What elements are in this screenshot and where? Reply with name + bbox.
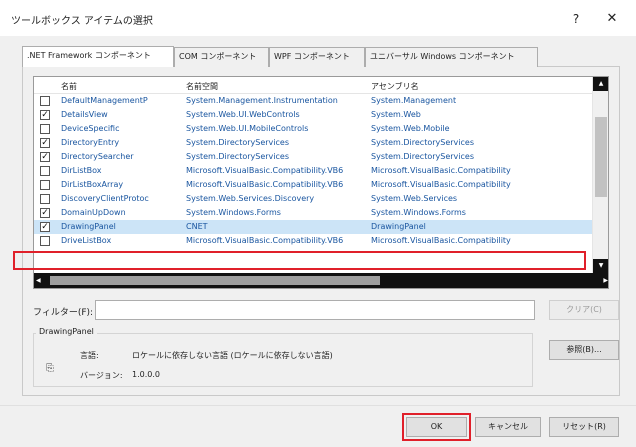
row-assembly-cell: System.Windows.Forms [371, 208, 466, 217]
row-namespace-cell: System.Management.Instrumentation [186, 96, 338, 105]
reset-button[interactable]: リセット(R) [549, 417, 619, 437]
horizontal-scroll-thumb[interactable] [50, 276, 380, 285]
vertical-scroll-thumb[interactable] [595, 117, 607, 197]
horizontal-scrollbar[interactable]: ◀ ▶ [34, 273, 608, 288]
row-name-cell: DrawingPanel [61, 222, 116, 231]
row-assembly-cell: System.Management [371, 96, 457, 105]
row-assembly-cell: System.Web.Mobile [371, 124, 450, 133]
selected-row-highlight [13, 251, 586, 270]
row-checkbox[interactable]: ✓ [40, 138, 50, 148]
table-row[interactable]: DirListBoxArray Microsoft.VisualBasic.Com… [34, 178, 594, 192]
column-header-row: 名前 名前空間 アセンブリ名 [34, 77, 594, 94]
tab-universal-windows-components[interactable]: ユニバーサル Windows コンポーネント [365, 47, 538, 67]
row-checkbox[interactable]: ✓ [40, 110, 50, 120]
table-row[interactable]: DriveListBox Microsoft.VisualBasic.Compat… [34, 234, 594, 248]
row-checkbox[interactable] [40, 166, 50, 176]
row-assembly-cell: System.Web.Services [371, 194, 458, 203]
component-icon: ⎘ [46, 363, 54, 374]
row-name-cell: DriveListBox [61, 236, 112, 245]
table-row[interactable]: DeviceSpecific System.Web.UI.MobileContro… [34, 122, 594, 136]
row-checkbox[interactable]: ✓ [40, 152, 50, 162]
row-namespace-cell: System.Web.UI.MobileControls [186, 124, 309, 133]
vertical-scrollbar[interactable]: ▲ ▼ [592, 77, 608, 273]
row-namespace-cell: CNET [186, 222, 208, 231]
scroll-down-arrow-icon[interactable]: ▼ [593, 259, 608, 273]
row-name-cell: DomainUpDown [61, 208, 126, 217]
scroll-up-arrow-icon[interactable]: ▲ [593, 77, 608, 91]
row-assembly-cell: Microsoft.VisualBasic.Compatibility [371, 236, 511, 245]
row-name-cell: DirListBox [61, 166, 102, 175]
row-namespace-cell: System.Web.Services.Discovery [186, 194, 315, 203]
row-checkbox[interactable] [40, 96, 50, 106]
row-name-cell: DetailsView [61, 110, 108, 119]
row-namespace-cell: Microsoft.VisualBasic.Compatibility.VB6 [186, 166, 344, 175]
row-namespace-cell: System.Web.UI.WebControls [186, 110, 300, 119]
row-assembly-cell: System.DirectoryServices [371, 152, 474, 161]
scroll-left-arrow-icon[interactable]: ◀ [36, 273, 41, 288]
row-checkbox[interactable]: ✓ [40, 222, 50, 232]
row-assembly-cell: System.Web [371, 110, 421, 119]
footer-separator [0, 405, 636, 406]
row-name-cell: DirectorySearcher [61, 152, 134, 161]
row-name-cell: DefaultManagementP [61, 96, 148, 105]
row-checkbox[interactable] [40, 194, 50, 204]
tab-com-components[interactable]: COM コンポーネント [174, 47, 269, 67]
table-row[interactable]: DiscoveryClientProtoc System.Web.Services… [34, 192, 594, 206]
component-details-title: DrawingPanel [36, 327, 97, 336]
table-row[interactable]: ✓ DrawingPanel CNET DrawingPanel [34, 220, 594, 234]
tab-wpf-components[interactable]: WPF コンポーネント [269, 47, 365, 67]
row-namespace-cell: System.DirectoryServices [186, 152, 289, 161]
title-bar: ツールボックス アイテムの選択 ? ✕ [0, 0, 636, 36]
row-checkbox[interactable] [40, 236, 50, 246]
row-name-cell: DirListBoxArray [61, 180, 124, 189]
column-header-namespace[interactable]: 名前空間 [186, 81, 218, 92]
row-checkbox[interactable]: ✓ [40, 208, 50, 218]
table-row[interactable]: DirListBox Microsoft.VisualBasic.Compatib… [34, 164, 594, 178]
row-assembly-cell: Microsoft.VisualBasic.Compatibility [371, 180, 511, 189]
tab-dotnet-components[interactable]: .NET Framework コンポーネント [22, 46, 174, 67]
help-button[interactable]: ? [566, 9, 586, 29]
filter-label: フィルター(F): [33, 308, 94, 318]
version-label: バージョン: [80, 371, 123, 380]
row-name-cell: DiscoveryClientProtoc [61, 194, 149, 203]
row-assembly-cell: DrawingPanel [371, 222, 426, 231]
scroll-right-arrow-icon[interactable]: ▶ [603, 273, 608, 288]
column-header-assembly[interactable]: アセンブリ名 [371, 81, 419, 92]
language-value: ロケールに依存しない言語 (ロケールに依存しない言語) [132, 351, 333, 360]
row-name-cell: DirectoryEntry [61, 138, 120, 147]
row-name-cell: DeviceSpecific [61, 124, 120, 133]
row-namespace-cell: Microsoft.VisualBasic.Compatibility.VB6 [186, 180, 344, 189]
cancel-button[interactable]: キャンセル [475, 417, 541, 437]
row-checkbox[interactable] [40, 180, 50, 190]
row-checkbox[interactable] [40, 124, 50, 134]
row-assembly-cell: Microsoft.VisualBasic.Compatibility [371, 166, 511, 175]
table-row[interactable]: ✓ DirectorySearcher System.DirectoryServic… [34, 150, 594, 164]
table-row[interactable]: ✓ DirectoryEntry System.DirectoryServices S… [34, 136, 594, 150]
table-row[interactable]: ✓ DetailsView System.Web.UI.WebControls Sys… [34, 108, 594, 122]
row-namespace-cell: System.Windows.Forms [186, 208, 281, 217]
language-label: 言語: [80, 351, 99, 360]
table-row[interactable]: DefaultManagementP System.Management.Inst… [34, 94, 594, 108]
row-assembly-cell: System.DirectoryServices [371, 138, 474, 147]
clear-button[interactable]: クリア(C) [549, 300, 619, 320]
row-namespace-cell: Microsoft.VisualBasic.Compatibility.VB6 [186, 236, 344, 245]
ok-button-highlight [402, 413, 471, 441]
row-namespace-cell: System.DirectoryServices [186, 138, 289, 147]
filter-input[interactable] [95, 300, 535, 320]
window-title: ツールボックス アイテムの選択 [11, 16, 153, 27]
table-row[interactable]: ✓ DomainUpDown System.Windows.Forms System.… [34, 206, 594, 220]
browse-button[interactable]: 参照(B)... [549, 340, 619, 360]
version-value: 1.0.0.0 [132, 370, 160, 379]
column-header-name[interactable]: 名前 [61, 81, 77, 92]
close-button[interactable]: ✕ [600, 9, 624, 29]
